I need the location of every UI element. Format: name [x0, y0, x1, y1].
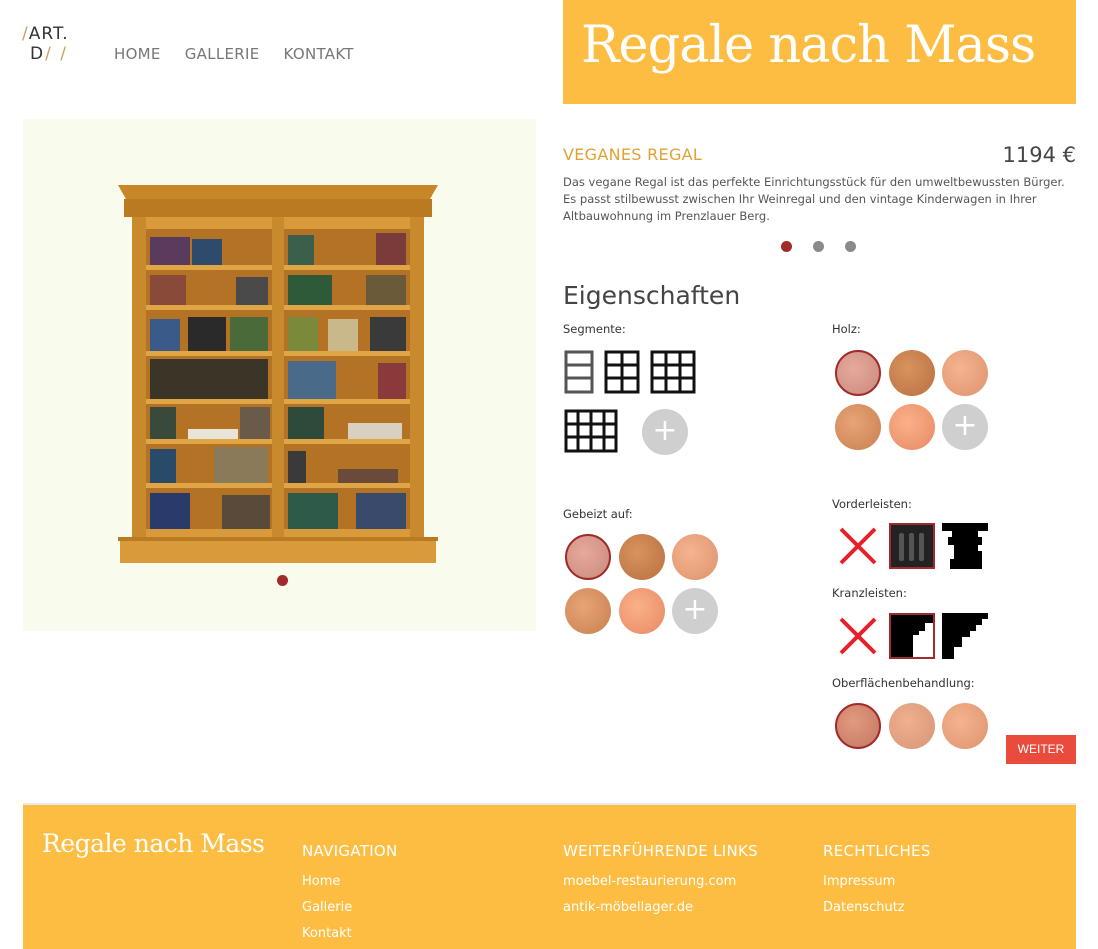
properties-heading: Eigenschaften [563, 281, 741, 310]
vorderleisten-none-x-icon[interactable] [835, 523, 881, 569]
product-price: 1194 € [1002, 143, 1076, 167]
segment-1-column-icon[interactable] [564, 350, 594, 394]
segment-2-columns-icon[interactable] [604, 350, 640, 394]
vorderleisten-label: Vorderleisten: [832, 497, 912, 511]
footer-navigation: NAVIGATION Home Gallerie Kontakt [302, 842, 398, 949]
footer-link-home[interactable]: Home [302, 874, 398, 889]
footer-link-moebellager[interactable]: antik-möbellager.de [563, 900, 758, 915]
image-slider-dot[interactable] [277, 575, 288, 586]
footer-link-restaurierung[interactable]: moebel-restaurierung.com [563, 874, 758, 889]
holz-swatch-4[interactable] [835, 404, 881, 450]
nav-home[interactable]: HOME [114, 45, 161, 63]
gebeizt-swatch-1[interactable] [565, 534, 611, 580]
oberflaeche-swatch-1[interactable] [835, 703, 881, 749]
footer-link-impressum[interactable]: Impressum [823, 874, 931, 889]
footer-links: WEITERFÜHRENDE LINKS moebel-restaurierun… [563, 842, 758, 926]
footer: Regale nach Mass NAVIGATION Home Galleri… [23, 803, 1076, 949]
footer-legal-title: RECHTLICHES [823, 842, 931, 860]
product-description: Das vegane Regal ist das perfekte Einric… [563, 175, 1065, 223]
footer-link-datenschutz[interactable]: Datenschutz [823, 900, 931, 915]
footer-legal: RECHTLICHES Impressum Datenschutz [823, 842, 931, 926]
holz-add-button[interactable]: + [942, 404, 988, 450]
slider-dot-2[interactable] [813, 241, 824, 252]
gebeizt-label: Gebeizt auf: [563, 507, 633, 521]
logo-text-line2: D [30, 44, 46, 64]
product-image-panel [23, 119, 536, 631]
segment-3-columns-icon[interactable] [650, 350, 696, 394]
footer-nav-title: NAVIGATION [302, 842, 398, 860]
gebeizt-swatch-2[interactable] [619, 534, 665, 580]
slider-dot-1[interactable] [781, 241, 792, 252]
logo-slash: / [22, 24, 29, 44]
holz-swatch-1[interactable] [835, 350, 881, 396]
crown-profile-1-icon [891, 615, 933, 657]
site-logo[interactable]: /ART. D/ / [22, 24, 82, 68]
kranzleisten-profile-2-icon[interactable] [942, 613, 988, 659]
holz-swatch-3[interactable] [942, 350, 988, 396]
footer-link-kontakt[interactable]: Kontakt [302, 926, 398, 941]
nav-kontakt[interactable]: KONTAKT [284, 45, 354, 63]
gebeizt-swatch-3[interactable] [672, 534, 718, 580]
kranzleisten-profile-1-icon[interactable] [889, 613, 935, 659]
kranzleisten-none-x-icon[interactable] [835, 613, 881, 659]
product-title: VEGANES REGAL [563, 145, 703, 164]
vorderleisten-fluted-icon[interactable] [889, 523, 935, 569]
oberflaeche-swatch-3[interactable] [942, 703, 988, 749]
footer-links-title: WEITERFÜHRENDE LINKS [563, 842, 758, 860]
main-nav: HOME GALLERIE KONTAKT [114, 45, 354, 63]
slider-dot-3[interactable] [845, 241, 856, 252]
gebeizt-swatch-4[interactable] [565, 588, 611, 634]
gebeizt-swatch-5[interactable] [619, 588, 665, 634]
holz-swatch-2[interactable] [889, 350, 935, 396]
nav-gallerie[interactable]: GALLERIE [185, 45, 260, 63]
footer-brand: Regale nach Mass [42, 829, 265, 858]
fluted-profile-icon [891, 525, 933, 567]
hero-title: Regale nach Mass [581, 16, 1036, 75]
oberflaeche-label: Oberflächenbehandlung: [832, 676, 975, 690]
segment-4-columns-icon[interactable] [564, 409, 618, 453]
footer-link-gallerie[interactable]: Gallerie [302, 900, 398, 915]
segmente-label: Segmente: [563, 322, 626, 336]
logo-slashes: / / [45, 44, 68, 64]
vorderleisten-profile-icon[interactable] [942, 523, 988, 569]
weiter-button[interactable]: WEITER [1006, 735, 1076, 764]
holz-label: Holz: [832, 322, 861, 336]
gebeizt-add-button[interactable]: + [672, 588, 718, 634]
oberflaeche-swatch-2[interactable] [889, 703, 935, 749]
hero-banner: Regale nach Mass [563, 0, 1076, 104]
holz-swatch-5[interactable] [889, 404, 935, 450]
bookshelf-image [118, 185, 438, 563]
segmente-add-button[interactable]: + [642, 409, 688, 455]
logo-text-line1: ART. [28, 24, 69, 44]
product-slider-dots [781, 241, 856, 252]
kranzleisten-label: Kranzleisten: [832, 586, 907, 600]
